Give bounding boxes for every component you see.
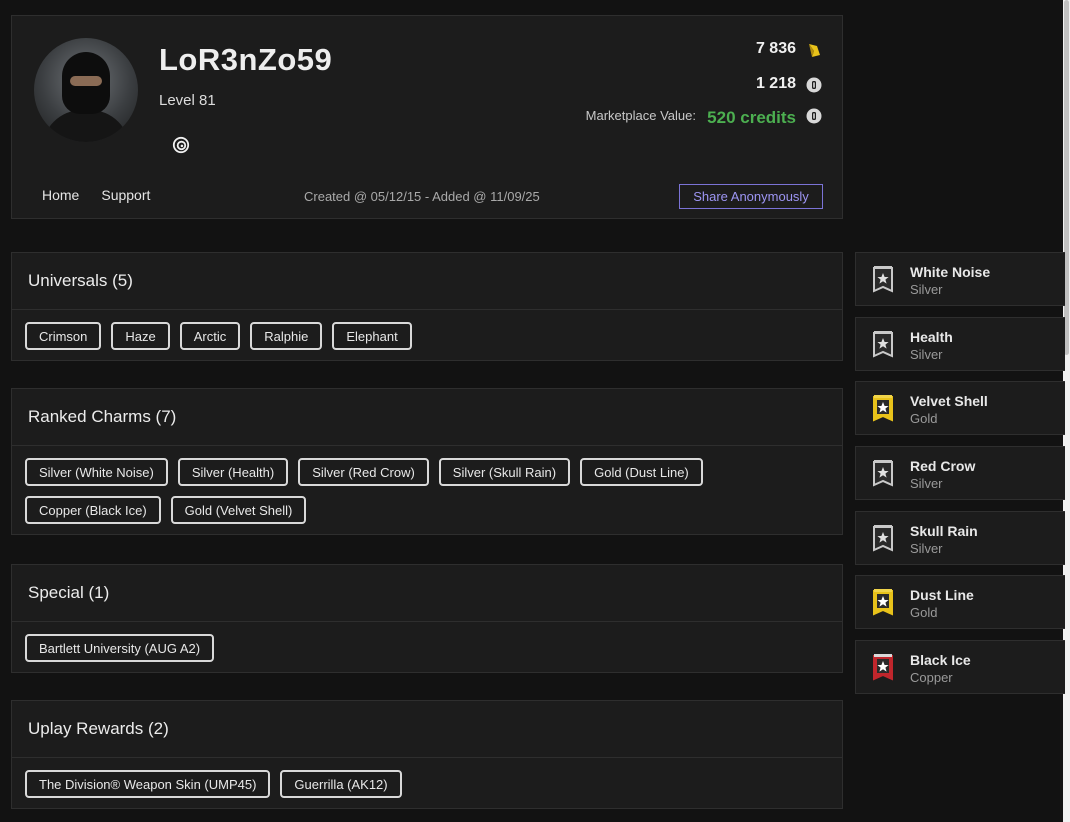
avatar — [34, 38, 138, 142]
charm-name: Red Crow — [910, 458, 976, 474]
special-tag[interactable]: Bartlett University (AUG A2) — [25, 634, 215, 662]
r6-credits-icon — [806, 77, 822, 93]
charm-tier: Silver — [910, 541, 943, 556]
charm-card[interactable]: Velvet Shell Gold — [855, 381, 1065, 435]
profile-header: LoR3nZo59 Level 81 7 836 1 218 Marketpla… — [11, 15, 843, 219]
share-anonymously-button[interactable]: Share Anonymously — [679, 184, 823, 209]
ranked-charm-tag[interactable]: Silver (Skull Rain) — [438, 458, 571, 486]
charm-name: White Noise — [910, 264, 991, 280]
universal-tag[interactable]: Crimson — [25, 322, 102, 350]
charm-name: Black Ice — [910, 652, 971, 668]
silver-charm-icon — [873, 331, 893, 358]
charm-tier: Silver — [910, 347, 943, 362]
username: LoR3nZo59 — [159, 42, 333, 77]
renown-icon — [809, 44, 820, 57]
charm-name: Health — [910, 329, 953, 345]
charm-tier: Gold — [910, 411, 938, 426]
charm-tier: Silver — [910, 282, 943, 297]
charm-card[interactable]: Skull Rain Silver — [855, 511, 1065, 565]
nav-support-link[interactable]: Support — [101, 187, 150, 203]
gold-charm-icon — [873, 395, 893, 422]
charm-card[interactable]: Health Silver — [855, 317, 1065, 371]
special-section: Special (1) Bartlett University (AUG A2) — [11, 564, 843, 673]
created-added-dates: Created @ 05/12/15 - Added @ 11/09/25 — [304, 189, 540, 204]
ubisoft-icon — [172, 136, 190, 154]
ranked-charms-section: Ranked Charms (7) Silver (White Noise) S… — [11, 388, 843, 535]
credits-amount: 1 218 — [755, 75, 796, 92]
universals-section: Universals (5) Crimson Haze Arctic Ralph… — [11, 252, 843, 361]
section-title: Uplay Rewards (2) — [12, 701, 842, 758]
ranked-charm-tag[interactable]: Silver (White Noise) — [25, 458, 168, 486]
ranked-charm-tag[interactable]: Copper (Black Ice) — [25, 496, 161, 524]
silver-charm-icon — [873, 525, 893, 552]
charm-name: Dust Line — [910, 587, 974, 603]
marketplace-value: 520 credits — [707, 108, 796, 127]
ranked-charm-tag[interactable]: Gold (Dust Line) — [580, 458, 703, 486]
charm-name: Skull Rain — [910, 523, 978, 539]
ranked-charm-tag[interactable]: Silver (Red Crow) — [298, 458, 429, 486]
charm-tier: Copper — [910, 670, 953, 685]
section-title: Universals (5) — [12, 253, 842, 310]
charm-card[interactable]: Red Crow Silver — [855, 446, 1065, 500]
silver-charm-icon — [873, 460, 893, 487]
charm-card[interactable]: Black Ice Copper — [855, 640, 1065, 694]
section-title: Ranked Charms (7) — [12, 389, 842, 446]
nav-home-link[interactable]: Home — [42, 187, 79, 203]
renown-amount: 7 836 — [755, 40, 796, 57]
silver-charm-icon — [873, 266, 893, 293]
charm-card[interactable]: White Noise Silver — [855, 252, 1065, 306]
uplay-reward-tag[interactable]: Guerrilla (AK12) — [280, 770, 402, 798]
marketplace-label: Marketplace Value: — [585, 108, 696, 123]
r6-credits-icon — [806, 108, 822, 124]
copper-charm-icon — [873, 654, 893, 681]
section-title: Special (1) — [12, 565, 842, 622]
universal-tag[interactable]: Elephant — [332, 322, 412, 350]
charm-tier: Silver — [910, 476, 943, 491]
universal-tag[interactable]: Arctic — [179, 322, 241, 350]
uplay-rewards-section: Uplay Rewards (2) The Division® Weapon S… — [11, 700, 843, 809]
charm-tier: Gold — [910, 605, 938, 620]
charm-card[interactable]: Dust Line Gold — [855, 575, 1065, 629]
ranked-charm-tag[interactable]: Silver (Health) — [177, 458, 289, 486]
gold-charm-icon — [873, 589, 893, 616]
universal-tag[interactable]: Ralphie — [250, 322, 323, 350]
charm-name: Velvet Shell — [910, 393, 988, 409]
universal-tag[interactable]: Haze — [111, 322, 170, 350]
ranked-charm-tag[interactable]: Gold (Velvet Shell) — [170, 496, 307, 524]
uplay-reward-tag[interactable]: The Division® Weapon Skin (UMP45) — [25, 770, 271, 798]
profile-nav: Home Support — [42, 187, 150, 203]
player-level: Level 81 — [159, 92, 216, 109]
